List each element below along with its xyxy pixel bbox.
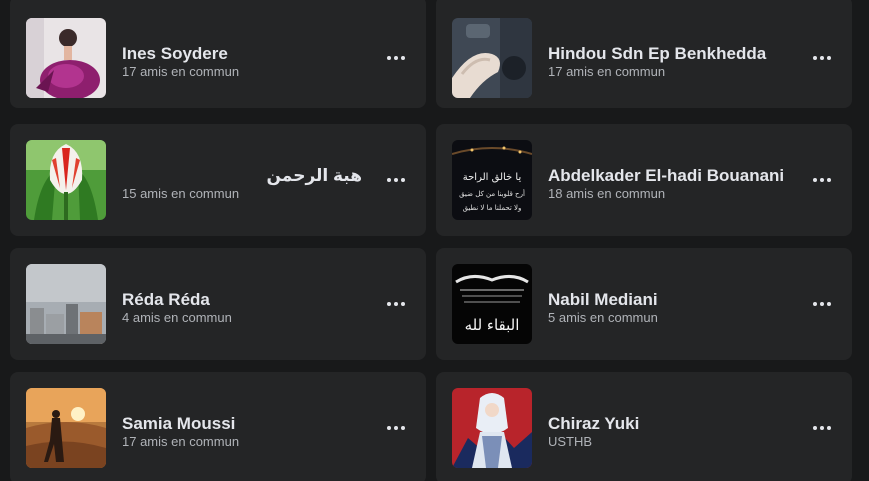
more-options-button[interactable] (380, 42, 412, 74)
avatar[interactable] (26, 18, 106, 98)
more-options-button[interactable] (806, 164, 838, 196)
avatar-text: يا خالق الراحة (463, 172, 522, 183)
mutual-friends-count: 5 amis en commun (548, 310, 658, 325)
more-options-button[interactable] (806, 42, 838, 74)
friend-card[interactable]: يا خالق الراحة أرح قلوبنا من كل ضيق ولا … (436, 124, 852, 236)
more-horizontal-icon (813, 178, 817, 182)
friend-name[interactable]: Réda Réda (122, 290, 210, 310)
mutual-friends-count: 17 amis en commun (122, 64, 240, 79)
avatar[interactable]: البقاء لله (452, 264, 532, 344)
friends-grid: Ines Soydere 17 amis en commun Hindou Sd… (0, 0, 869, 481)
avatar-text: ولا تحملنا ما لا نطيق (463, 204, 522, 212)
friend-card[interactable]: Chiraz Yuki USTHB (436, 372, 852, 481)
mutual-friends-count: 15 amis en commun (122, 186, 240, 201)
more-horizontal-icon (387, 178, 391, 182)
friend-card[interactable]: Réda Réda 4 amis en commun (10, 248, 426, 360)
more-horizontal-icon (813, 56, 817, 60)
avatar[interactable] (452, 388, 532, 468)
friend-card[interactable]: البقاء لله Nabil Mediani 5 amis en commu… (436, 248, 852, 360)
avatar[interactable] (26, 388, 106, 468)
anime-character-photo-icon (452, 388, 532, 468)
avatar[interactable] (26, 140, 106, 220)
friend-card[interactable]: هبة الرحمن 15 amis en commun (10, 124, 426, 236)
avatar-text: البقاء لله (465, 316, 520, 334)
more-horizontal-icon (387, 426, 391, 430)
mutual-friends-count: 18 amis en commun (548, 186, 666, 201)
more-horizontal-icon (387, 302, 391, 306)
tulip-photo-icon (26, 140, 106, 220)
friend-name[interactable]: Nabil Mediani (548, 290, 658, 310)
avatar[interactable] (26, 264, 106, 344)
friend-card[interactable]: Ines Soydere 17 amis en commun (10, 0, 426, 108)
friend-name[interactable]: Ines Soydere (122, 44, 228, 64)
arabic-night-photo-icon: يا خالق الراحة أرح قلوبنا من كل ضيق ولا … (452, 140, 532, 220)
hands-photo-icon (452, 18, 532, 98)
friend-card[interactable]: Samia Moussi 17 amis en commun (10, 372, 426, 481)
calligraphy-photo-icon: البقاء لله (452, 264, 532, 344)
mutual-friends-count: 17 amis en commun (122, 434, 240, 449)
mutual-friends-count: 17 amis en commun (548, 64, 666, 79)
friend-name[interactable]: Chiraz Yuki (548, 414, 639, 434)
school-info: USTHB (548, 434, 593, 449)
friend-name[interactable]: هبة الرحمن (267, 166, 363, 186)
more-options-button[interactable] (380, 164, 412, 196)
avatar-text: أرح قلوبنا من كل ضيق (459, 189, 525, 198)
friend-name[interactable]: Abdelkader El-hadi Bouanani (548, 166, 784, 186)
more-horizontal-icon (813, 426, 817, 430)
more-options-button[interactable] (806, 412, 838, 444)
friend-name[interactable]: Samia Moussi (122, 414, 235, 434)
mutual-friends-count: 4 amis en commun (122, 310, 232, 325)
more-options-button[interactable] (806, 288, 838, 320)
desert-sunset-photo-icon (26, 388, 106, 468)
woman-photo-icon (26, 18, 106, 98)
more-options-button[interactable] (380, 288, 412, 320)
avatar[interactable]: يا خالق الراحة أرح قلوبنا من كل ضيق ولا … (452, 140, 532, 220)
more-horizontal-icon (387, 56, 391, 60)
more-horizontal-icon (813, 302, 817, 306)
friend-card[interactable]: Hindou Sdn Ep Benkhedda 17 amis en commu… (436, 0, 852, 108)
city-photo-icon (26, 264, 106, 344)
friend-name[interactable]: Hindou Sdn Ep Benkhedda (548, 44, 766, 64)
more-options-button[interactable] (380, 412, 412, 444)
avatar[interactable] (452, 18, 532, 98)
